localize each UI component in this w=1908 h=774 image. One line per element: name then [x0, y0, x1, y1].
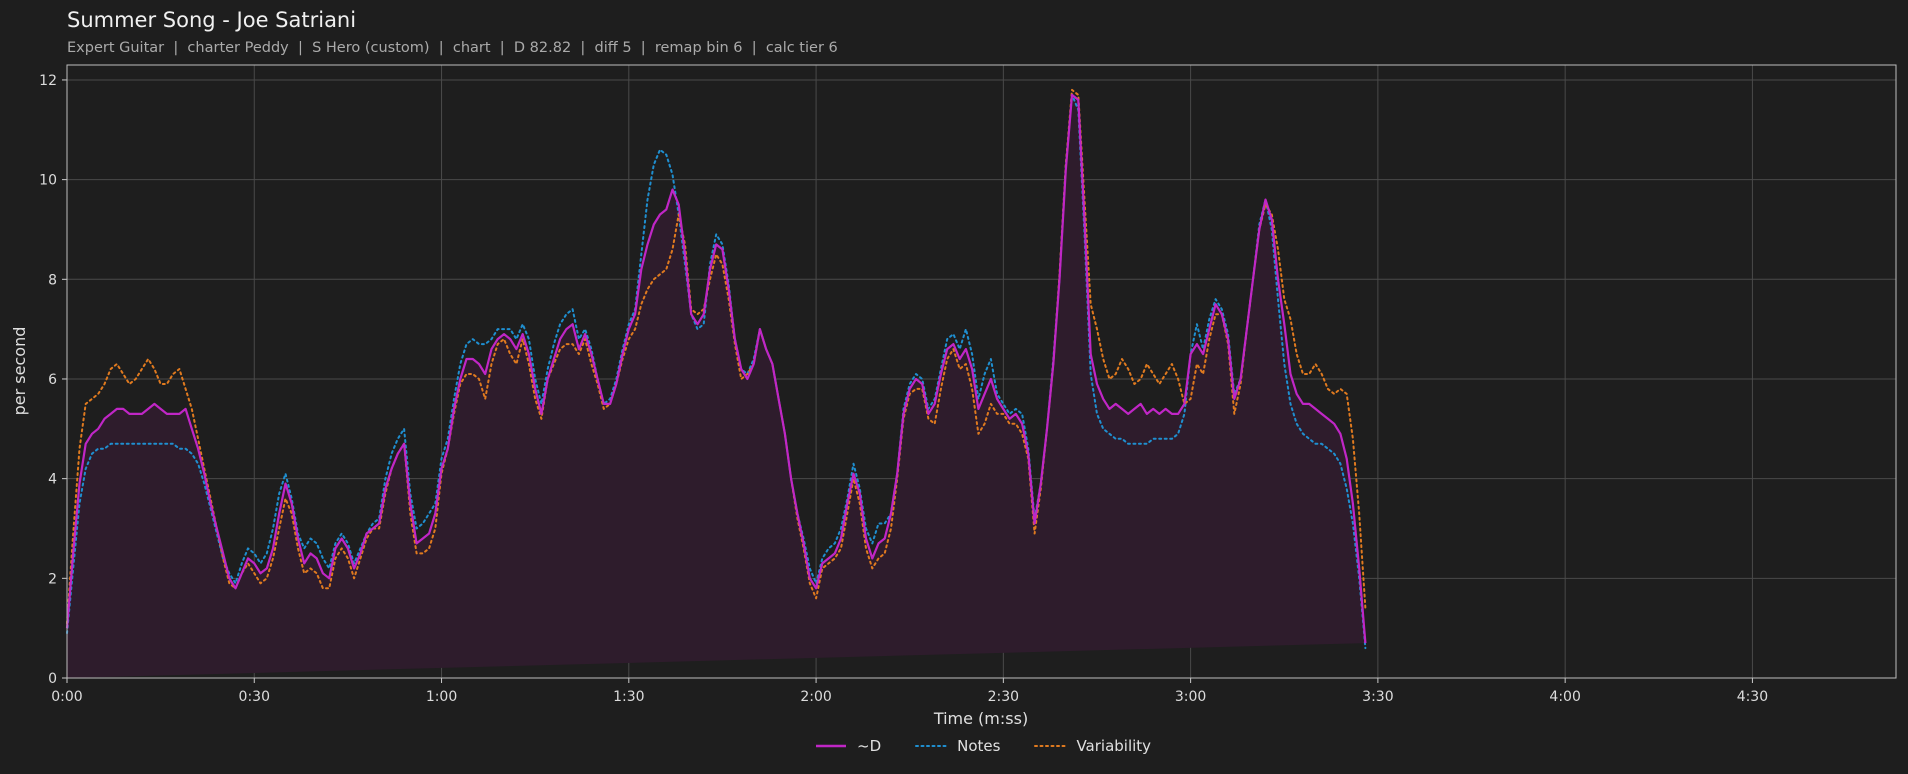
x-tick-label: 0:30	[239, 689, 270, 705]
legend-swatch	[816, 744, 846, 748]
x-tick-label: 1:30	[613, 689, 644, 705]
x-axis-label: Time (m:ss)	[933, 709, 1028, 728]
x-tick-label: 2:30	[988, 689, 1019, 705]
x-tick-label: 3:00	[1175, 689, 1206, 705]
chart: 0:00 0:30 1:00 1:30 2:00 2:30 3:00 3:30 4:00 4:30…	[10, 64, 1897, 728]
y-axis-label: per second	[10, 327, 29, 416]
y-tick-label: 8	[48, 272, 57, 288]
y-tick-label: 12	[39, 73, 57, 89]
d-area-fill	[67, 94, 1366, 678]
legend-swatch	[915, 745, 948, 747]
y-tick-label: 2	[48, 571, 57, 587]
y-tick-label: 0	[48, 671, 57, 687]
x-tick-label: 4:00	[1549, 689, 1580, 705]
legend-item: Notes	[915, 737, 1000, 755]
legend-item: Variability	[1034, 737, 1151, 755]
fill-layer	[67, 94, 1366, 678]
x-tick-label: 0:00	[51, 689, 82, 705]
x-tick-label: 2:00	[800, 689, 831, 705]
y-tick-label: 10	[39, 173, 57, 189]
legend-item: ~D	[815, 737, 881, 755]
x-tick-label: 1:00	[426, 689, 457, 705]
legend: ~D Notes Variability	[815, 737, 1151, 755]
x-tick-label: 3:30	[1362, 689, 1393, 705]
y-tick-label: 4	[48, 472, 57, 488]
y-tick-label: 6	[48, 372, 57, 388]
legend-label: ~D	[857, 737, 882, 755]
legend-label: Variability	[1076, 737, 1152, 755]
legend-label: Notes	[957, 737, 1001, 755]
legend-swatch	[1034, 745, 1067, 747]
x-tick-label: 4:30	[1737, 689, 1768, 705]
